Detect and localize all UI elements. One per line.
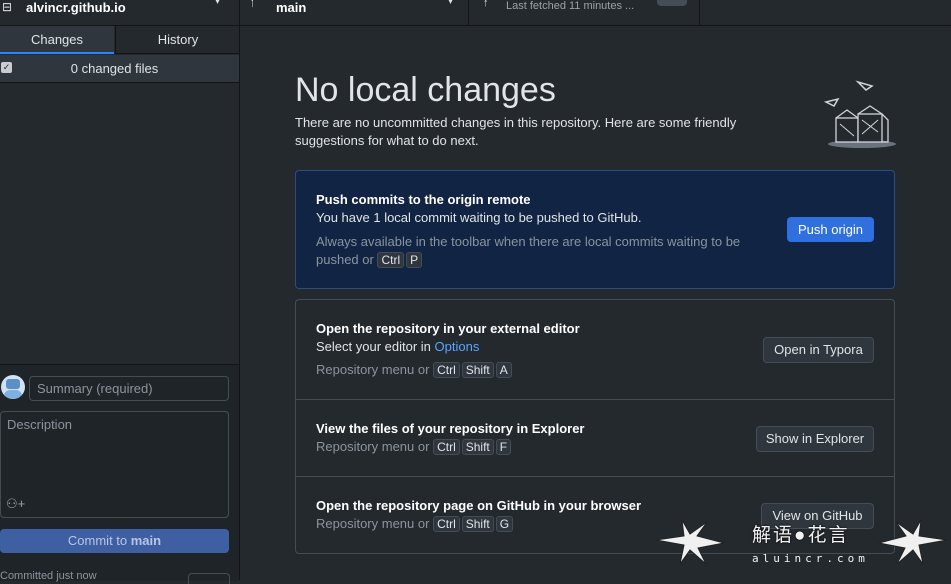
chevron-down-icon: ▾: [448, 0, 454, 7]
tab-history[interactable]: History: [115, 26, 240, 54]
sidebar: Changes History ✓ 0 changed files Summar…: [0, 26, 240, 584]
undo-button[interactable]: [188, 573, 230, 584]
commit-label: Commit to: [67, 533, 131, 548]
sync-icon: ↑: [483, 0, 489, 9]
github-hint-text: Repository menu or: [316, 516, 430, 531]
page-intro: There are no uncommitted changes in this…: [295, 115, 737, 148]
shortcut-key: F: [495, 439, 512, 455]
avatar: [1, 375, 25, 399]
commit-button[interactable]: Commit to main: [0, 529, 229, 553]
divider: [296, 476, 894, 477]
changed-files-count: 0 changed files: [70, 61, 159, 76]
repo-icon: ⊟: [2, 0, 13, 14]
fetch-badge: [657, 0, 687, 6]
explorer-hint-text: Repository menu or: [316, 439, 430, 454]
shortcut-key: Shift: [461, 439, 494, 455]
editor-heading: Open the repository in your external edi…: [316, 321, 580, 336]
description-placeholder: Description: [7, 417, 73, 432]
add-coauthor-icon[interactable]: ⚇+: [6, 496, 25, 512]
github-heading: Open the repository page on GitHub in yo…: [316, 498, 642, 513]
editor-description: Select your editor in Options: [316, 339, 479, 354]
fetch-button[interactable]: ↑ Last fetched 11 minutes ...: [469, 0, 700, 25]
watermark: 解语●花言 aluincr.com: [652, 512, 951, 580]
shortcut-key: P: [406, 252, 423, 268]
divider: [296, 399, 894, 400]
commit-branch: main: [130, 533, 162, 548]
repository-selector[interactable]: ⊟ alvincr.github.io ▾: [0, 0, 240, 25]
editor-hint: Repository menu or Ctrl Shift A: [316, 362, 514, 378]
open-in-editor-button[interactable]: Open in Typora: [763, 337, 874, 363]
chevron-down-icon: ▾: [215, 0, 221, 7]
fetch-status: Last fetched 11 minutes ...: [506, 0, 635, 12]
page-title: No local changes: [295, 71, 556, 109]
commit-status: Committed just now: [0, 570, 97, 582]
description-textarea[interactable]: Description ⚇+: [0, 411, 229, 518]
shortcut-key: Shift: [461, 516, 494, 532]
summary-input[interactable]: Summary (required): [29, 376, 229, 401]
toolbar: ⊟ alvincr.github.io ▾ ᚶ main ▾ ↑ Last fe…: [0, 0, 951, 26]
push-origin-button[interactable]: Push origin: [787, 217, 874, 242]
shortcut-key: G: [495, 516, 514, 532]
push-heading: Push commits to the origin remote: [316, 192, 531, 207]
changed-files-header: ✓ 0 changed files: [0, 55, 239, 83]
branch-name: main: [276, 0, 307, 15]
empty-state-illustration: [823, 80, 896, 148]
explorer-heading: View the files of your repository in Exp…: [316, 421, 585, 436]
branch-selector[interactable]: ᚶ main ▾: [240, 0, 469, 25]
commit-panel: Summary (required) Description ⚇+ Commit…: [0, 364, 239, 584]
push-description: You have 1 local commit waiting to be pu…: [316, 210, 642, 225]
shortcut-key: Ctrl: [433, 362, 460, 378]
shortcut-key: Ctrl: [377, 252, 405, 268]
branch-icon: ᚶ: [250, 0, 257, 9]
shortcut-key: Ctrl: [433, 439, 460, 455]
shortcut-key: Shift: [461, 362, 494, 378]
watermark-text-cn: 解语●花言: [752, 525, 850, 546]
show-in-explorer-button[interactable]: Show in Explorer: [756, 426, 874, 452]
github-hint: Repository menu or Ctrl Shift G: [316, 516, 515, 532]
repository-name: alvincr.github.io: [26, 0, 126, 15]
tribal-ornament-right: [878, 519, 948, 565]
tribal-ornament-left: [655, 519, 725, 565]
options-link[interactable]: Options: [435, 339, 480, 354]
editor-description-text: Select your editor in: [316, 339, 435, 354]
shortcut-key: A: [495, 362, 512, 378]
watermark-text-en: aluincr.com: [752, 552, 869, 565]
editor-hint-text: Repository menu or: [316, 362, 430, 377]
push-card: Push commits to the origin remote You ha…: [295, 170, 895, 289]
tab-changes[interactable]: Changes: [0, 26, 114, 54]
shortcut-key: Ctrl: [433, 516, 460, 532]
explorer-hint: Repository menu or Ctrl Shift F: [316, 439, 513, 455]
push-hint: Always available in the toolbar when the…: [316, 233, 756, 269]
